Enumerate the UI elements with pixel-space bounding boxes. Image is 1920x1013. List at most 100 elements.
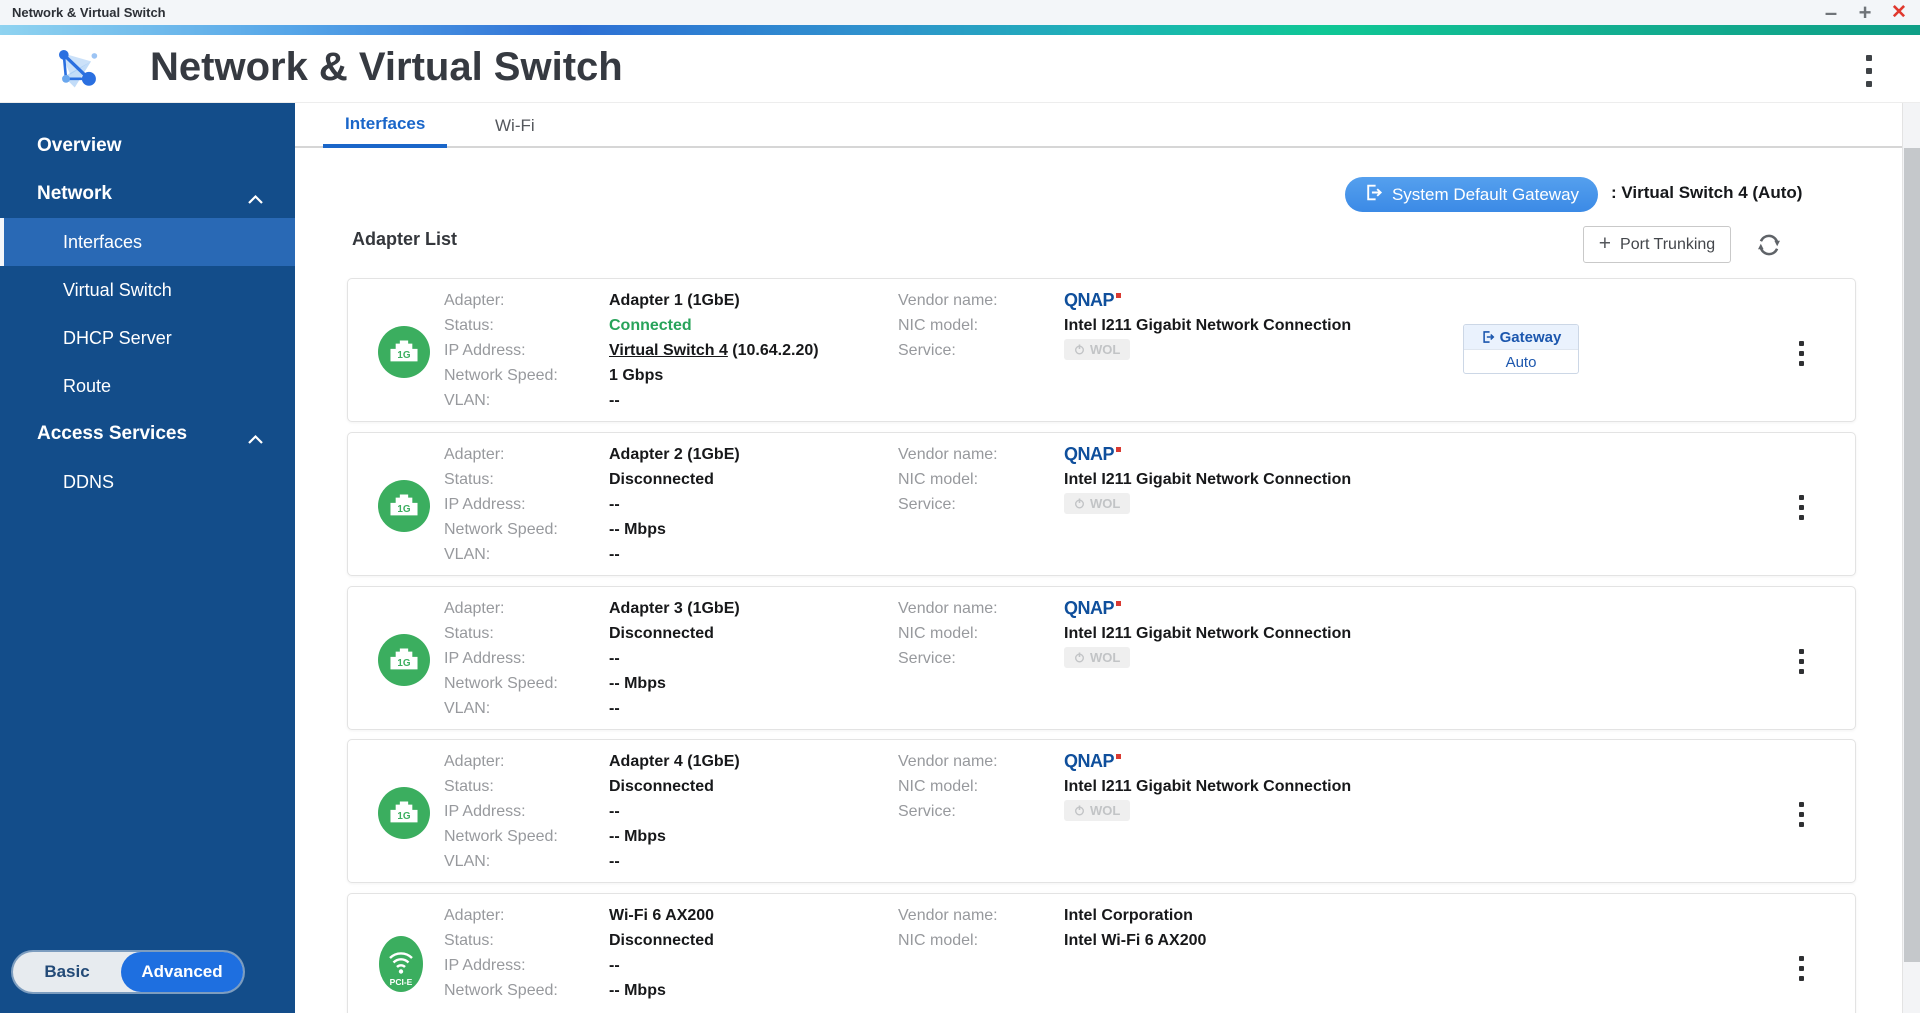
field-label: NIC model: [898, 774, 1061, 799]
adapter-card-1: 1G Adapter: Status: IP Address: Network … [347, 278, 1856, 422]
wol-badge: WOL [1064, 800, 1130, 821]
field-label: NIC model: [898, 928, 1061, 953]
status-value: Connected [609, 313, 895, 338]
sidebar-item-network[interactable]: Network [0, 170, 295, 218]
vlan-value: -- [609, 542, 895, 567]
nic-model-value: Intel I211 Gigabit Network Connection [1064, 313, 1464, 338]
qnap-logo-mark [1116, 601, 1121, 606]
field-labels: Adapter: Status: IP Address: Network Spe… [444, 442, 606, 567]
svg-text:1G: 1G [397, 350, 410, 361]
scrollbar-thumb[interactable] [1904, 148, 1920, 962]
mode-toggle: Basic Advanced [13, 952, 243, 992]
sidebar-item-label: Virtual Switch [63, 280, 172, 301]
virtual-switch-link[interactable]: Virtual Switch 4 [609, 342, 728, 359]
field-label: Status: [444, 313, 606, 338]
vendor-values: QNAP Intel I211 Gigabit Network Connecti… [1064, 596, 1464, 671]
tab-bar: Interfaces Wi-Fi [295, 103, 1902, 148]
gateway-option[interactable]: Gateway [1464, 325, 1578, 350]
scrollbar-track[interactable] [1902, 103, 1920, 1013]
field-label: Status: [444, 467, 606, 492]
sidebar-item-label: Interfaces [63, 232, 142, 253]
qnap-logo: QNAP [1064, 442, 1114, 467]
card-menu-button[interactable] [1795, 952, 1808, 985]
vendor-labels: Vendor name: NIC model: Service: [898, 749, 1061, 824]
svg-text:1G: 1G [397, 811, 410, 822]
field-label: Network Speed: [444, 363, 606, 388]
minimize-button[interactable]: – [1820, 2, 1842, 24]
app-header: Network & Virtual Switch [0, 35, 1920, 103]
sidebar-item-interfaces[interactable]: Interfaces [0, 218, 295, 266]
adapter-name: Adapter 4 (1GbE) [609, 749, 895, 774]
card-menu-button[interactable] [1795, 645, 1808, 678]
ip-address: (10.64.2.20) [728, 342, 819, 359]
field-label: IP Address: [444, 492, 606, 517]
sidebar-item-dhcp-server[interactable]: DHCP Server [0, 314, 295, 362]
window-title: Network & Virtual Switch [12, 5, 166, 20]
card-menu-button[interactable] [1795, 798, 1808, 831]
gateway-icon [1364, 183, 1383, 207]
sidebar-item-ddns[interactable]: DDNS [0, 458, 295, 506]
vendor-labels: Vendor name: NIC model: Service: [898, 442, 1061, 517]
field-label: Vendor name: [898, 442, 1061, 467]
maximize-button[interactable]: + [1854, 2, 1876, 24]
sidebar-item-access-services[interactable]: Access Services [0, 410, 295, 458]
gateway-mode-auto[interactable]: Auto [1464, 350, 1578, 374]
nic-model-value: Intel I211 Gigabit Network Connection [1064, 774, 1464, 799]
field-label: Vendor name: [898, 288, 1061, 313]
field-label: Vendor name: [898, 596, 1061, 621]
power-icon [1074, 652, 1085, 663]
field-label: Network Speed: [444, 517, 606, 542]
adapter-card-wifi: PCI-E Adapter: Status: IP Address: Netwo… [347, 893, 1856, 1013]
status-value: Disconnected [609, 928, 895, 953]
svg-text:1G: 1G [397, 504, 410, 515]
section-title-adapter-list: Adapter List [352, 229, 457, 250]
sidebar-item-overview[interactable]: Overview [0, 122, 295, 170]
port-trunking-label: Port Trunking [1620, 236, 1715, 254]
close-button[interactable]: ✕ [1888, 2, 1910, 24]
sidebar-item-label: Network [37, 183, 112, 205]
header-menu-button[interactable] [1862, 51, 1876, 91]
vendor-labels: Vendor name: NIC model: Service: [898, 596, 1061, 671]
card-menu-button[interactable] [1795, 337, 1808, 370]
field-label: Vendor name: [898, 749, 1061, 774]
tab-wifi[interactable]: Wi-Fi [473, 103, 557, 148]
gateway-badge-label: Gateway [1500, 329, 1562, 346]
field-label: Network Speed: [444, 978, 606, 1003]
vendor-name-value: Intel Corporation [1064, 903, 1464, 928]
card-menu-button[interactable] [1795, 491, 1808, 524]
field-label: Network Speed: [444, 824, 606, 849]
qnap-logo-mark [1116, 293, 1121, 298]
qnap-logo: QNAP [1064, 749, 1114, 774]
sidebar-item-label: Route [63, 376, 111, 397]
sidebar-item-label: DDNS [63, 472, 114, 493]
port-trunking-button[interactable]: + Port Trunking [1583, 226, 1731, 263]
sidebar-item-virtual-switch[interactable]: Virtual Switch [0, 266, 295, 314]
network-app-logo-icon [38, 45, 118, 98]
advanced-mode-button[interactable]: Advanced [121, 952, 243, 992]
nic-model-value: Intel I211 Gigabit Network Connection [1064, 621, 1464, 646]
ethernet-adapter-icon: 1G [378, 787, 430, 844]
vendor-labels: Vendor name: NIC model: Service: [898, 288, 1061, 363]
refresh-icon[interactable] [1755, 231, 1783, 259]
field-label: Service: [898, 338, 1061, 363]
gateway-icon [1481, 330, 1495, 344]
ip-value: Virtual Switch 4 (10.64.2.20) [609, 338, 895, 363]
vlan-value: -- [609, 388, 895, 413]
adapter-name: Adapter 2 (1GbE) [609, 442, 895, 467]
qnap-logo-mark [1116, 447, 1121, 452]
system-default-gateway-button[interactable]: System Default Gateway [1345, 177, 1598, 212]
wol-badge: WOL [1064, 647, 1130, 668]
sidebar-item-route[interactable]: Route [0, 362, 295, 410]
power-icon [1074, 805, 1085, 816]
ip-value: -- [609, 492, 895, 517]
field-label: Service: [898, 646, 1061, 671]
tab-interfaces[interactable]: Interfaces [323, 103, 447, 148]
basic-mode-button[interactable]: Basic [13, 962, 121, 982]
gateway-mode-box: Gateway Auto [1463, 324, 1579, 374]
field-values: Adapter 4 (1GbE) Disconnected -- -- Mbps… [609, 749, 895, 874]
field-labels: Adapter: Status: IP Address: Network Spe… [444, 903, 606, 1003]
ip-value: -- [609, 953, 895, 978]
field-label: NIC model: [898, 621, 1061, 646]
speed-value: -- Mbps [609, 517, 895, 542]
chevron-up-icon [247, 429, 264, 451]
